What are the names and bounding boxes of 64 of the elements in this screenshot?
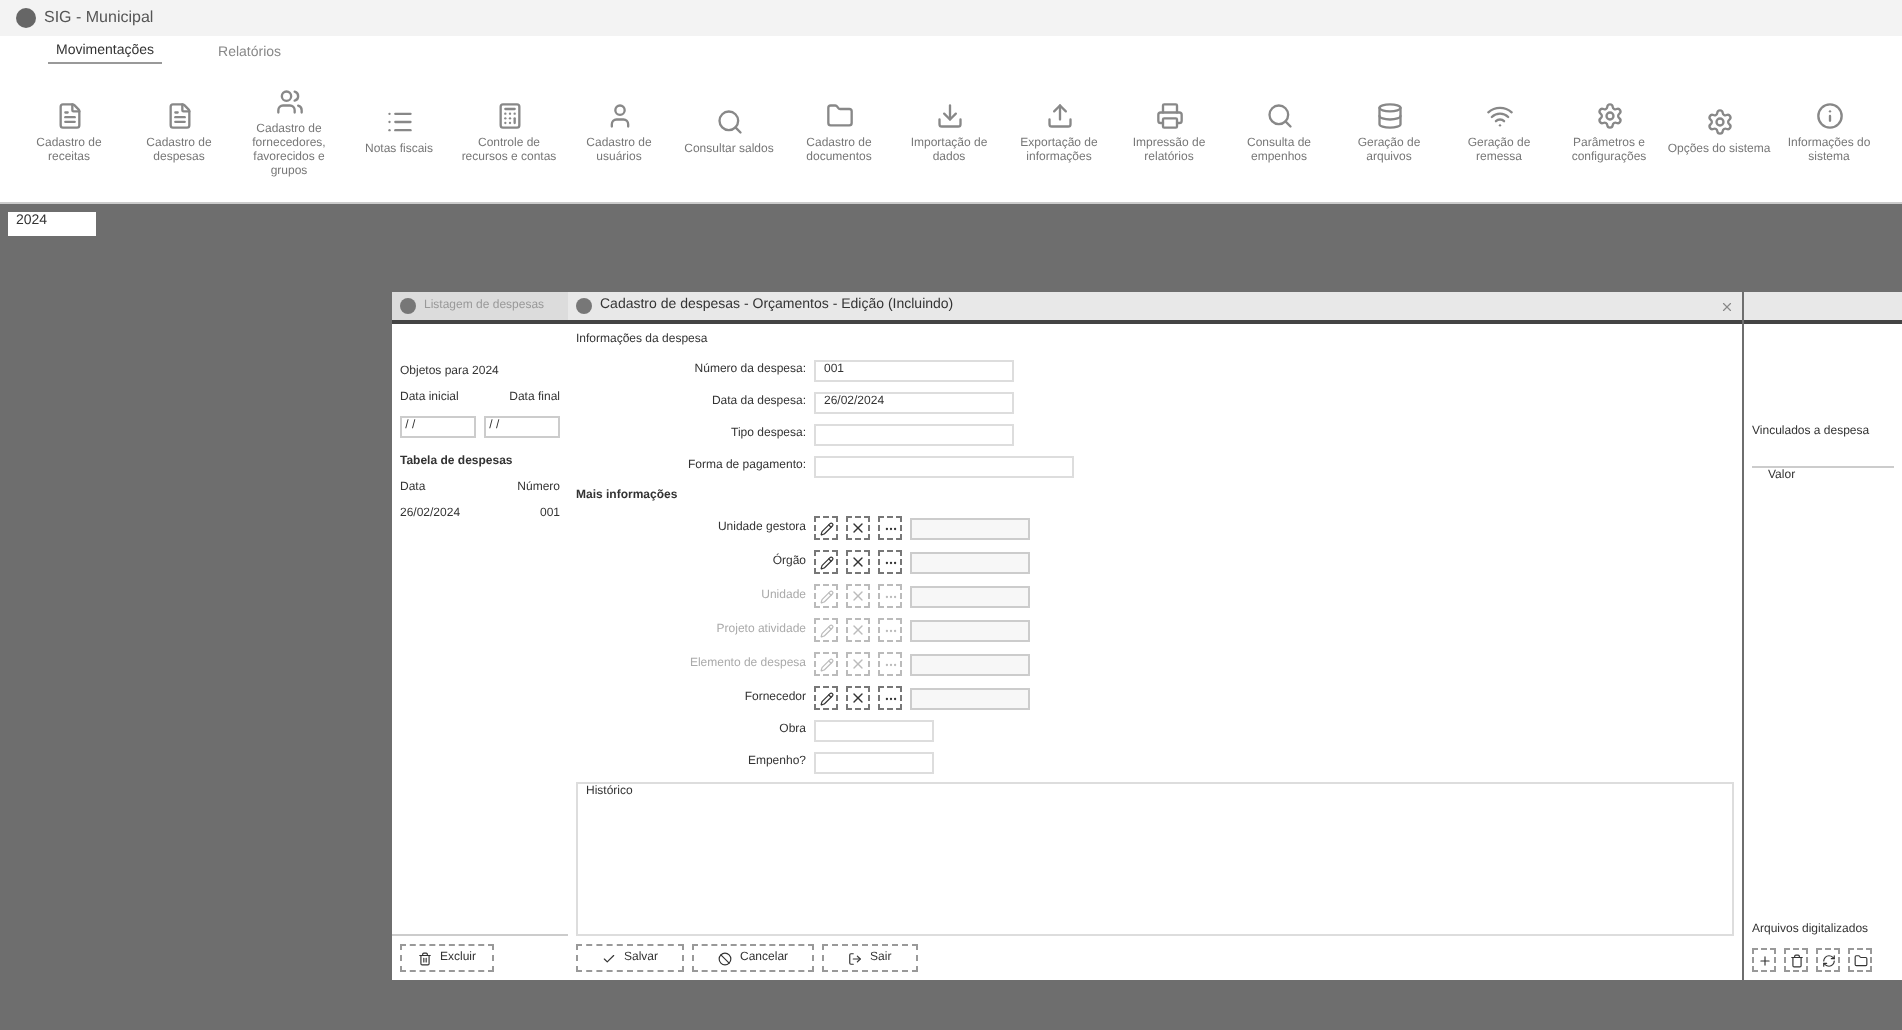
more-button[interactable] <box>878 550 902 574</box>
input-field[interactable] <box>814 456 1074 478</box>
toolbar-icon <box>1155 101 1183 129</box>
edit-button[interactable] <box>814 550 838 574</box>
close-icon <box>850 588 866 604</box>
window-icon <box>576 298 592 314</box>
toolbar-icon <box>825 101 853 129</box>
exit-icon <box>848 951 863 965</box>
toolbar-icon <box>715 108 743 136</box>
pencil-icon <box>819 691 833 705</box>
close-icon <box>850 520 866 536</box>
toolbar-icon <box>1045 101 1073 129</box>
more-button[interactable] <box>878 516 902 540</box>
panel-tool-button[interactable] <box>1784 948 1808 972</box>
window-icon <box>400 298 416 314</box>
panel-tool-button[interactable] <box>1848 948 1872 972</box>
toolbar-icon <box>1485 101 1513 129</box>
pencil-icon <box>819 589 833 603</box>
check-icon <box>602 951 616 965</box>
toolbar-icon <box>1595 101 1623 129</box>
input-field <box>910 551 1030 573</box>
toolbar-icon <box>935 101 963 129</box>
input-field <box>910 653 1030 675</box>
toolbar-icon <box>495 101 523 129</box>
input-field[interactable] <box>814 424 1014 446</box>
input-field[interactable] <box>814 720 934 742</box>
folder-icon <box>1853 953 1867 967</box>
plus-icon <box>1757 953 1771 967</box>
close-icon <box>850 656 866 672</box>
cancel-icon <box>718 951 733 965</box>
refresh-icon <box>1821 953 1835 967</box>
pencil-icon <box>819 521 833 535</box>
input-field <box>910 687 1030 709</box>
app-title: SIG - Municipal <box>44 6 154 30</box>
clear-button[interactable] <box>846 550 870 574</box>
edit-button[interactable] <box>814 686 838 710</box>
clear-button[interactable] <box>846 516 870 540</box>
toolbar-icon <box>605 101 633 129</box>
app-logo-icon <box>16 8 36 28</box>
toolbar-icon <box>165 101 193 129</box>
input-field[interactable] <box>814 752 934 774</box>
clear-button[interactable] <box>846 686 870 710</box>
pencil-icon <box>819 555 833 569</box>
close-icon <box>850 554 866 570</box>
trash-icon <box>1789 953 1803 967</box>
toolbar-icon <box>1815 101 1843 129</box>
toolbar-icon <box>1265 101 1293 129</box>
input-field <box>910 585 1030 607</box>
pencil-icon <box>819 623 833 637</box>
input-field <box>910 517 1030 539</box>
close-icon <box>850 690 866 706</box>
toolbar-icon <box>1375 101 1403 129</box>
toolbar-icon <box>1705 108 1733 136</box>
toolbar-icon <box>55 101 83 129</box>
close-icon <box>850 622 866 638</box>
toolbar-icon <box>385 108 413 136</box>
close-icon[interactable] <box>1720 299 1734 313</box>
edit-button[interactable] <box>814 516 838 540</box>
input-field <box>910 619 1030 641</box>
toolbar-icon <box>275 87 303 115</box>
panel-tool-button[interactable] <box>1816 948 1840 972</box>
more-button[interactable] <box>878 686 902 710</box>
pencil-icon <box>819 657 833 671</box>
trash-icon <box>418 951 432 965</box>
